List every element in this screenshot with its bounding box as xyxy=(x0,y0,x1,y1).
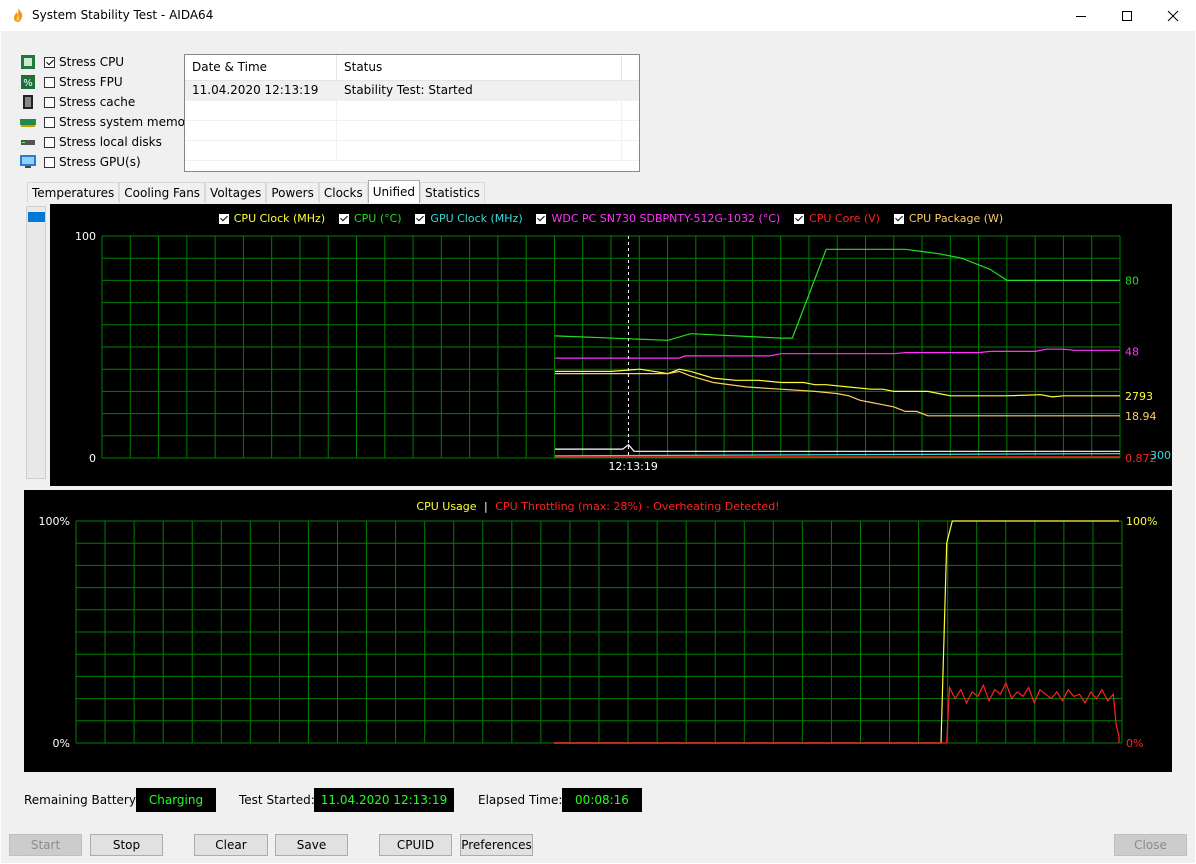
maximize-icon xyxy=(1122,10,1132,21)
scrollbar-thumb[interactable] xyxy=(28,212,45,222)
tab-powers[interactable]: Powers xyxy=(266,182,319,203)
tab-clocks[interactable]: Clocks xyxy=(318,182,368,203)
maximize-button[interactable] xyxy=(1104,0,1150,31)
stress-cpu-option[interactable]: Stress CPU xyxy=(20,53,124,71)
tab-temperatures[interactable]: Temperatures xyxy=(27,182,120,203)
cpu-usage-current-label: 100% xyxy=(1126,515,1157,528)
window-title: System Stability Test - AIDA64 xyxy=(32,8,214,22)
log-row-empty xyxy=(185,121,639,141)
title-bar: System Stability Test - AIDA64 xyxy=(0,0,1196,31)
start-button[interactable]: Start xyxy=(9,834,82,856)
clear-button[interactable]: Clear xyxy=(194,834,268,856)
stress-cache-label: Stress cache xyxy=(59,95,136,109)
stress-gpu-label: Stress GPU(s) xyxy=(59,155,141,169)
test-started-label: Test Started: xyxy=(239,793,315,807)
current-value-label: 80 xyxy=(1125,274,1139,287)
unified-chart-plot: 100012:13:198048279318.940.872300 xyxy=(75,230,1171,473)
x-axis-time-label: 12:13:19 xyxy=(608,460,657,473)
disk-icon xyxy=(21,140,35,145)
tab-statistics[interactable]: Statistics xyxy=(420,182,485,203)
stress-disks-checkbox[interactable] xyxy=(44,136,55,148)
battery-status-value: Charging xyxy=(136,788,216,812)
svg-text:%: % xyxy=(23,78,33,89)
cpu-usage-chart: CPU Usage | CPU Throttling (max: 28%) - … xyxy=(24,490,1172,772)
elapsed-time-value: 00:08:16 xyxy=(562,788,642,812)
flame-icon xyxy=(13,8,23,22)
elapsed-time-label: Elapsed Time: xyxy=(478,793,563,807)
cache-icon xyxy=(23,95,33,109)
cpu-chip-icon xyxy=(21,55,35,69)
stress-memory-label: Stress system memory xyxy=(59,115,198,129)
stress-gpu-option[interactable]: Stress GPU(s) xyxy=(20,153,141,171)
minimize-button[interactable] xyxy=(1058,0,1104,31)
current-value-label: 2793 xyxy=(1125,390,1153,403)
stress-cpu-label: Stress CPU xyxy=(59,55,125,69)
tab-unified[interactable]: Unified xyxy=(367,180,420,203)
log-row[interactable]: 11.04.2020 12:13:19 Stability Test: Star… xyxy=(185,81,639,101)
current-value-label: 48 xyxy=(1125,345,1139,358)
stress-cpu-checkbox[interactable] xyxy=(44,56,55,68)
save-button[interactable]: Save xyxy=(275,834,348,856)
gpu-clock-value-label: 300 xyxy=(1150,449,1171,462)
log-row-status: Stability Test: Started xyxy=(337,81,622,100)
y-axis-top-label: 100% xyxy=(39,515,70,528)
memory-icon xyxy=(20,119,36,127)
series-line xyxy=(554,681,1120,744)
close-button[interactable]: Close xyxy=(1114,834,1187,856)
y-axis-top-label: 100 xyxy=(75,230,96,243)
y-axis-bottom-label: 0 xyxy=(89,452,96,465)
stress-cache-option[interactable]: Stress cache xyxy=(20,93,135,111)
graph-tabs: Temperatures Cooling Fans Voltages Power… xyxy=(27,180,485,203)
stress-gpu-checkbox[interactable] xyxy=(44,156,55,168)
preferences-button[interactable]: Preferences xyxy=(460,834,533,856)
cpuid-button[interactable]: CPUID xyxy=(379,834,452,856)
log-header: Date & Time Status xyxy=(185,55,639,81)
unified-chart: CPU Clock (MHz) CPU (°C) GPU Clock (MHz)… xyxy=(50,204,1172,486)
close-window-button[interactable] xyxy=(1150,0,1196,31)
log-row-empty xyxy=(185,141,639,161)
throttling-current-label: 0% xyxy=(1126,737,1143,750)
stress-memory-option[interactable]: Stress system memory xyxy=(20,113,197,131)
stop-button[interactable]: Stop xyxy=(90,834,163,856)
tab-cooling-fans[interactable]: Cooling Fans xyxy=(119,182,206,203)
fpu-icon: % xyxy=(21,75,35,89)
graph-scrollbar[interactable] xyxy=(26,206,46,479)
y-axis-bottom-label: 0% xyxy=(53,737,70,750)
tab-voltages[interactable]: Voltages xyxy=(205,182,267,203)
cpu-usage-plot: 100% 0% 100% 0% xyxy=(39,515,1158,750)
stress-memory-checkbox[interactable] xyxy=(44,116,55,128)
stress-fpu-checkbox[interactable] xyxy=(44,76,55,88)
stress-disks-label: Stress local disks xyxy=(59,135,162,149)
stress-fpu-label: Stress FPU xyxy=(59,75,123,89)
minimize-icon xyxy=(1076,15,1086,17)
test-started-value: 11.04.2020 12:13:19 xyxy=(314,788,454,812)
gpu-monitor-icon xyxy=(20,155,36,168)
event-log-list[interactable]: Date & Time Status 11.04.2020 12:13:19 S… xyxy=(184,54,640,172)
stress-fpu-option[interactable]: % Stress FPU xyxy=(20,73,123,91)
log-row-empty xyxy=(185,101,639,121)
log-column-status[interactable]: Status xyxy=(337,55,622,80)
log-column-datetime[interactable]: Date & Time xyxy=(185,55,337,80)
stress-disks-option[interactable]: Stress local disks xyxy=(20,133,162,151)
log-row-datetime: 11.04.2020 12:13:19 xyxy=(185,81,337,100)
current-value-label: 18.94 xyxy=(1125,410,1157,423)
battery-label: Remaining Battery: xyxy=(24,793,140,807)
stress-cache-checkbox[interactable] xyxy=(44,96,55,108)
close-icon xyxy=(1167,10,1179,21)
